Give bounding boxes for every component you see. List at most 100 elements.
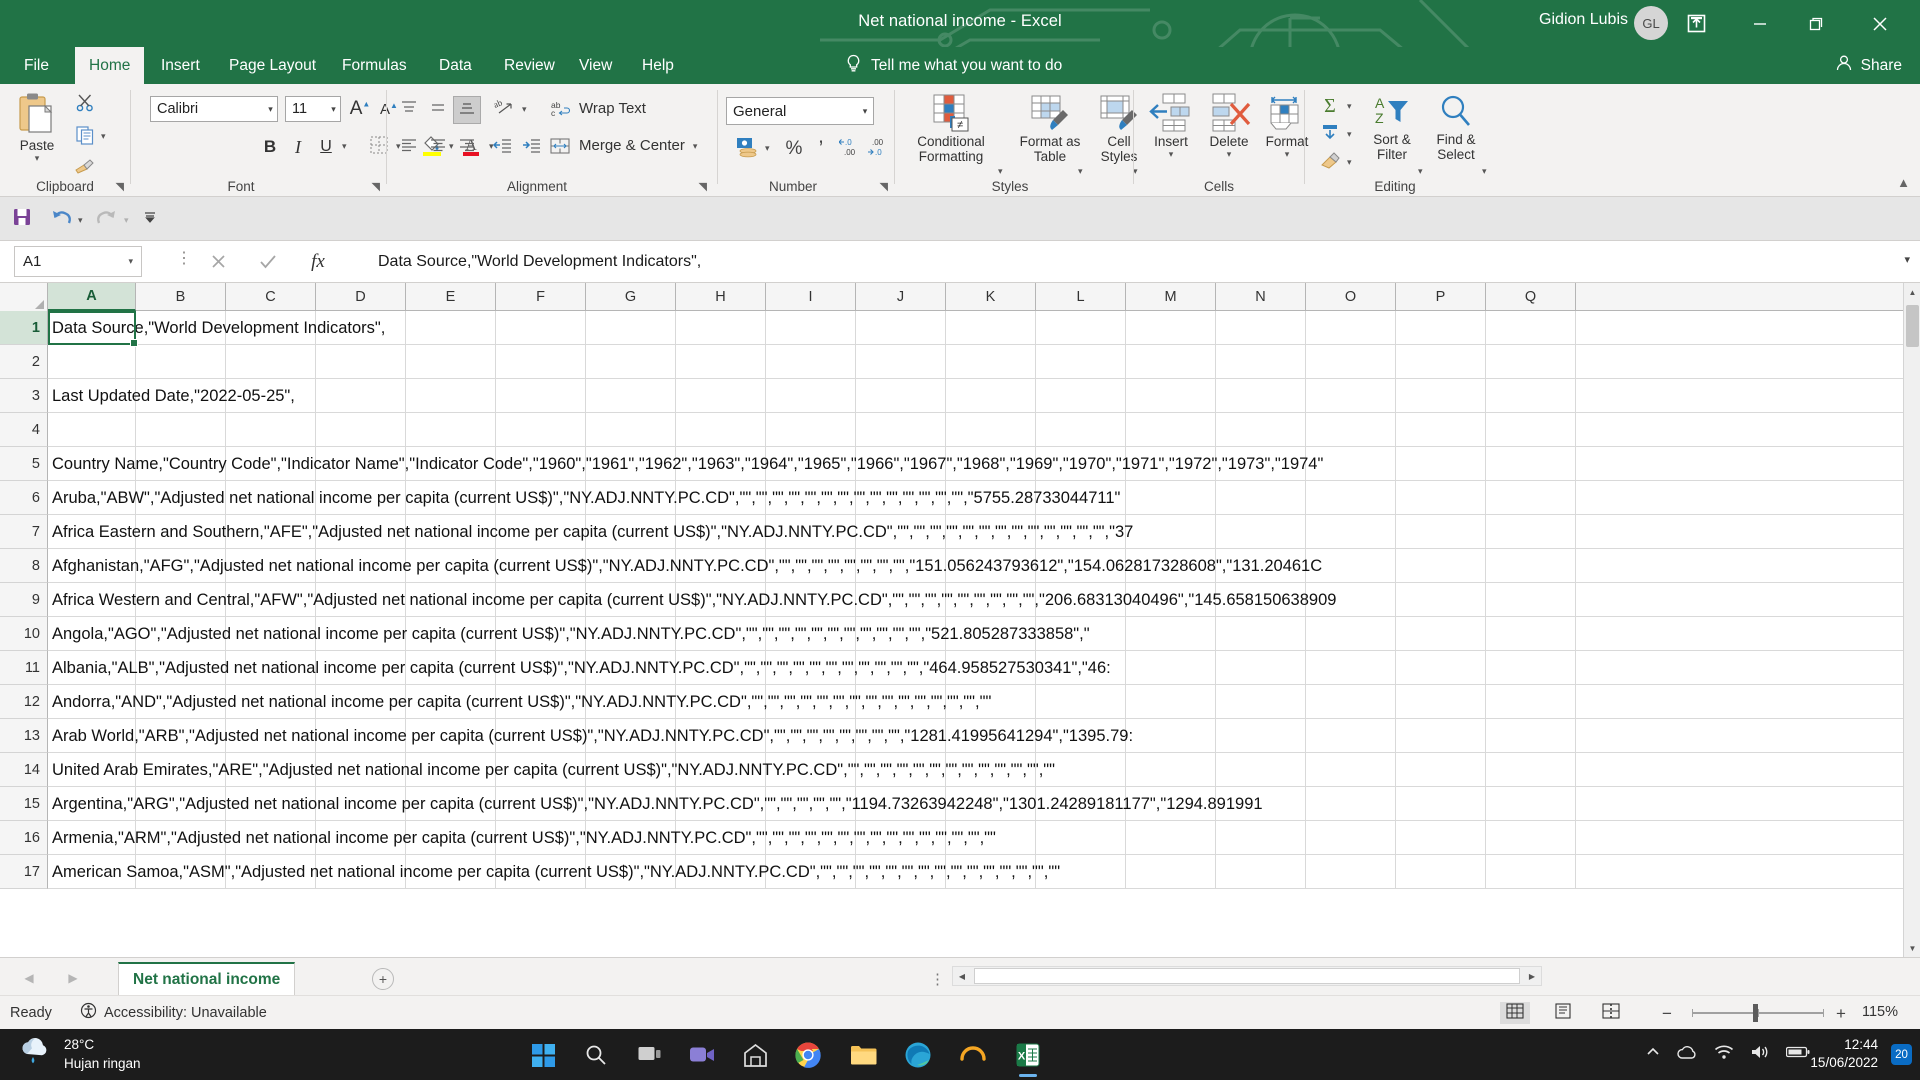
save-button[interactable] — [8, 205, 36, 233]
table-row[interactable]: Argentina,"ARG","Adjusted net national i… — [48, 787, 1920, 821]
row-header-2[interactable]: 2 — [0, 345, 48, 379]
weather-widget[interactable]: 28°C Hujan ringan — [18, 1035, 141, 1074]
vertical-scroll-thumb[interactable] — [1906, 305, 1919, 347]
autosum-chevron-icon[interactable]: ▾ — [1347, 101, 1352, 112]
cancel-x-icon[interactable] — [200, 246, 236, 277]
next-sheet-icon[interactable]: ▶ — [62, 969, 84, 987]
excel-icon[interactable]: X — [1010, 1037, 1046, 1073]
insert-cells-button[interactable]: Insert ▾ — [1142, 92, 1200, 159]
row-header-8[interactable]: 8 — [0, 549, 48, 583]
wifi-icon[interactable] — [1714, 1044, 1734, 1065]
percent-style-button[interactable]: % — [780, 135, 808, 163]
number-dialog-launcher[interactable]: ◥ — [880, 180, 888, 193]
bold-button[interactable]: B — [256, 133, 284, 161]
close-icon[interactable] — [1852, 0, 1908, 47]
table-row[interactable]: Arab World,"ARB","Adjusted net national … — [48, 719, 1920, 753]
italic-button[interactable]: I — [284, 133, 312, 161]
hscroll-left-icon[interactable]: ◀ — [952, 966, 972, 986]
clear-button[interactable] — [1315, 150, 1345, 176]
align-center-button[interactable] — [424, 133, 452, 161]
hscroll-right-icon[interactable]: ▶ — [1522, 966, 1542, 986]
row-header-9[interactable]: 9 — [0, 583, 48, 617]
increase-font-size-button[interactable]: A▲ — [347, 96, 373, 122]
formula-input[interactable] — [378, 246, 1858, 277]
add-sheet-plus-icon[interactable]: + — [372, 968, 394, 990]
sheet-tab-net-national-income[interactable]: Net national income — [118, 962, 296, 995]
ribbon-display-options-icon[interactable] — [1668, 0, 1724, 47]
align-middle-button[interactable] — [424, 96, 452, 124]
tab-home[interactable]: Home — [75, 47, 145, 84]
battery-icon[interactable] — [1785, 1045, 1810, 1064]
row-header-6[interactable]: 6 — [0, 481, 48, 515]
clipboard-dialog-launcher[interactable]: ◥ — [116, 180, 124, 193]
number-format-input[interactable] — [726, 97, 874, 125]
redo-chevron-icon[interactable]: ▾ — [124, 215, 129, 226]
zoom-slider-thumb[interactable] — [1753, 1004, 1758, 1022]
accounting-format-button[interactable] — [732, 135, 762, 163]
show-hidden-icons-icon[interactable] — [1646, 1045, 1660, 1064]
table-row[interactable]: Africa Eastern and Southern,"AFE","Adjus… — [48, 515, 1920, 549]
zoom-out-button[interactable]: − — [1662, 1004, 1672, 1024]
enter-check-icon[interactable] — [250, 246, 286, 277]
expand-formula-bar-icon[interactable]: ▾ — [1904, 253, 1910, 266]
undo-button[interactable] — [48, 205, 76, 233]
task-view-icon[interactable] — [631, 1037, 667, 1073]
zoom-level-label[interactable]: 115% — [1862, 1004, 1898, 1020]
tab-help[interactable]: Help — [628, 47, 688, 84]
decrease-indent-button[interactable] — [489, 133, 517, 161]
fill-chevron-icon[interactable]: ▾ — [1347, 129, 1352, 140]
tab-data[interactable]: Data — [425, 47, 486, 84]
copy-button[interactable] — [72, 124, 98, 150]
table-row[interactable]: Armenia,"ARM","Adjusted net national inc… — [48, 821, 1920, 855]
table-row[interactable]: Andorra,"AND","Adjusted net national inc… — [48, 685, 1920, 719]
microsoft-edge-icon[interactable] — [900, 1037, 936, 1073]
clear-chevron-icon[interactable]: ▾ — [1347, 157, 1352, 168]
chevron-down-icon[interactable]: ▾ — [35, 153, 40, 163]
column-header-p[interactable]: P — [1396, 283, 1486, 311]
tab-insert[interactable]: Insert — [147, 47, 214, 84]
chevron-down-icon[interactable]: ▾ — [1227, 149, 1232, 159]
row-header-11[interactable]: 11 — [0, 651, 48, 685]
share-button[interactable]: Share — [1835, 47, 1902, 84]
find-select-button[interactable]: Find & Select — [1427, 92, 1485, 162]
volume-icon[interactable] — [1750, 1044, 1770, 1065]
align-bottom-button[interactable] — [453, 96, 481, 124]
scroll-down-icon[interactable]: ▼ — [1904, 939, 1920, 957]
redo-button[interactable] — [92, 205, 120, 233]
onedrive-cloud-icon[interactable] — [1676, 1044, 1698, 1065]
clock[interactable]: 12:44 15/06/2022 — [1810, 1036, 1878, 1072]
zoom-slider-track[interactable] — [1692, 1009, 1824, 1017]
column-header-h[interactable]: H — [676, 283, 766, 311]
cell-area[interactable]: Data Source,"World Development Indicator… — [48, 311, 1920, 957]
font-name-chevron-icon[interactable]: ▾ — [264, 96, 277, 122]
merge-center-button[interactable]: Merge & Center ▾ — [549, 136, 697, 156]
table-row[interactable]: Albania,"ALB","Adjusted net national inc… — [48, 651, 1920, 685]
format-as-table-button[interactable]: Format as Table — [1013, 92, 1087, 164]
tab-view[interactable]: View — [565, 47, 626, 84]
column-header-o[interactable]: O — [1306, 283, 1396, 311]
find-select-chevron-icon[interactable]: ▾ — [1482, 166, 1487, 177]
tab-formulas[interactable]: Formulas — [328, 47, 421, 84]
column-header-a[interactable]: A — [48, 283, 136, 311]
accessibility-status[interactable]: Accessibility: Unavailable — [80, 1002, 267, 1023]
table-row[interactable]: Angola,"AGO","Adjusted net national inco… — [48, 617, 1920, 651]
chevron-down-icon[interactable]: ▾ — [1285, 149, 1290, 159]
zoom-in-button[interactable]: + — [1836, 1004, 1846, 1024]
vertical-scrollbar[interactable]: ▲ ▼ — [1903, 283, 1920, 957]
column-header-b[interactable]: B — [136, 283, 226, 311]
increase-indent-button[interactable] — [518, 133, 546, 161]
row-header-10[interactable]: 10 — [0, 617, 48, 651]
underline-chevron-icon[interactable]: ▾ — [342, 141, 347, 152]
search-magnifier-icon[interactable] — [578, 1037, 614, 1073]
fill-button[interactable] — [1315, 122, 1345, 148]
conditional-formatting-chevron-icon[interactable]: ▾ — [998, 166, 1003, 177]
row-header-15[interactable]: 15 — [0, 787, 48, 821]
notification-badge[interactable]: 20 — [1891, 1044, 1912, 1065]
copy-dropdown-chevron-icon[interactable]: ▾ — [101, 131, 106, 142]
orientation-button[interactable]: ab — [489, 96, 519, 124]
column-header-j[interactable]: J — [856, 283, 946, 311]
comma-style-button[interactable]: ’ — [809, 135, 833, 163]
tab-page-layout[interactable]: Page Layout — [215, 47, 330, 84]
align-left-button[interactable] — [395, 133, 423, 161]
file-explorer-icon[interactable] — [845, 1037, 881, 1073]
